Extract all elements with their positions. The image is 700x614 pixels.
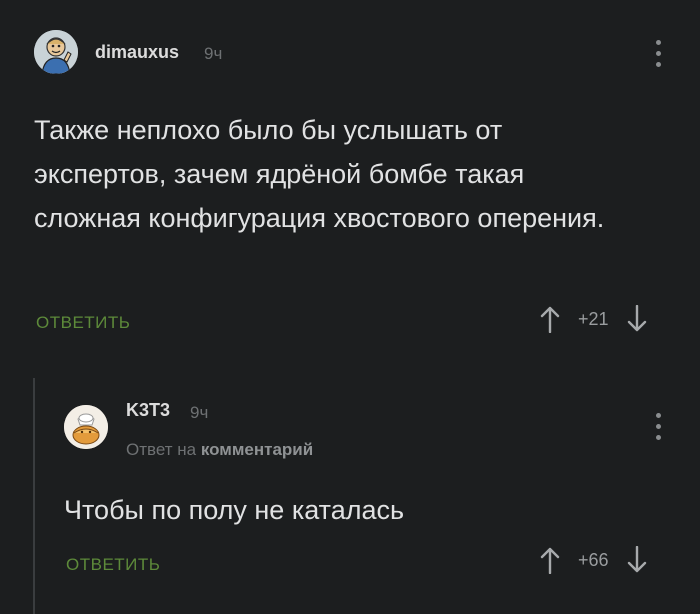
- rating-count: +66: [578, 549, 609, 570]
- comment-author[interactable]: K3T3: [126, 400, 170, 421]
- arrow-down-icon[interactable]: [627, 305, 647, 333]
- comment-time: 9ч: [190, 403, 209, 422]
- rating-count: +21: [578, 308, 609, 329]
- reply-button[interactable]: ОТВЕТИТЬ: [36, 313, 130, 333]
- comment-author[interactable]: dimauxus: [95, 42, 179, 63]
- reply-to-link[interactable]: комментарий: [201, 440, 313, 459]
- reply-to-line: Ответ на комментарий: [126, 440, 313, 460]
- arrow-up-icon[interactable]: [540, 305, 560, 333]
- kebab-menu-icon[interactable]: [655, 40, 661, 67]
- reply-button[interactable]: ОТВЕТИТЬ: [66, 555, 160, 575]
- comment-time: 9ч: [204, 44, 223, 63]
- arrow-down-icon[interactable]: [627, 546, 647, 574]
- vote-control: +66: [540, 546, 647, 574]
- avatar[interactable]: [64, 405, 108, 449]
- arrow-up-icon[interactable]: [540, 546, 560, 574]
- reply-to-prefix: Ответ на: [126, 440, 197, 459]
- kebab-menu-icon[interactable]: [655, 413, 661, 440]
- avatar[interactable]: [34, 30, 78, 74]
- comment-text: Чтобы по полу не каталась: [64, 495, 405, 525]
- thread-line[interactable]: [33, 378, 35, 614]
- vote-control: +21: [540, 305, 647, 333]
- comment-text: Также неплохо было бы услышать от экспер…: [34, 115, 605, 233]
